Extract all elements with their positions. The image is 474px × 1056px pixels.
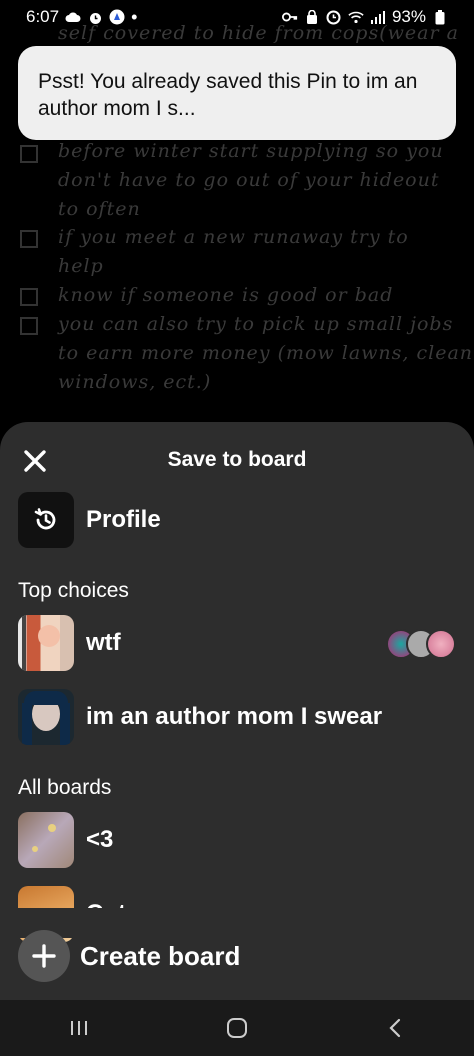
alarm-set-icon [326,9,342,25]
profile-label: Profile [86,506,161,533]
sheet-title: Save to board [167,448,307,471]
profile-row[interactable]: Profile [18,492,161,548]
home-button[interactable] [207,1008,267,1048]
save-to-board-sheet: Save to board Profile Top choices wtf im… [0,422,474,1000]
toast-message: Psst! You already saved this Pin to im a… [38,70,418,120]
pin-text-line: don't have to go out of your hideout [58,169,440,191]
pin-checkbox [20,230,38,248]
app-notification-icon [109,9,125,25]
pin-checkbox [20,145,38,163]
board-name: wtf [86,629,121,656]
lock-icon [304,9,320,25]
create-board-label: Create board [80,940,241,971]
pin-text-line: you can also try to pick up small jobs [58,313,454,335]
key-icon [281,9,298,25]
pin-text-line: help [58,255,104,277]
board-thumbnail [18,689,74,745]
alarm-icon [87,9,103,25]
top-choices-heading: Top choices [18,579,129,602]
pin-text-line: windows, ect.) [58,371,212,393]
pin-text-line: before winter start supplying so you [58,140,444,162]
board-thumbnail [18,812,74,868]
board-thumbnail [18,615,74,671]
pin-checkbox [20,317,38,335]
sheet-header: Save to board [0,446,474,476]
battery-icon [432,9,448,25]
cloud-icon [65,9,81,25]
all-boards-heading: All boards [18,776,112,799]
board-name: im an author mom I swear [86,703,383,730]
create-board-button[interactable]: Create board [18,930,240,982]
pin-text-line: know if someone is good or bad [58,284,394,306]
home-icon [227,1018,247,1038]
pin-text-line: if you meet a new runaway try to [58,226,409,248]
pin-text-line: to earn more money (mow lawns, clean [58,342,474,364]
collaborators-avatars [386,629,456,659]
plus-icon [18,930,70,982]
back-icon [389,1018,401,1038]
battery-percent: 93% [391,7,426,26]
pin-checkbox [20,288,38,306]
board-name: <3 [86,826,114,853]
back-button[interactable] [365,1008,425,1048]
status-bar: 6:07 • 93% [0,0,474,34]
history-icon [34,508,56,530]
more-notifications-dot: • [131,6,138,27]
board-row-author-mom[interactable]: im an author mom I swear [18,689,382,745]
recent-apps-icon [71,1021,87,1035]
already-saved-toast[interactable]: Psst! You already saved this Pin to im a… [18,46,456,140]
wifi-icon [348,9,364,25]
board-row-heart[interactable]: <3 [18,812,113,868]
pin-text-line: to often [58,198,141,220]
recent-apps-button[interactable] [49,1008,109,1048]
avatar [426,629,456,659]
status-time: 6:07 [26,7,60,26]
signal-icon [370,9,386,25]
board-row-wtf[interactable]: wtf [18,615,121,671]
profile-thumbnail [18,492,74,548]
navigation-bar [0,1000,474,1056]
